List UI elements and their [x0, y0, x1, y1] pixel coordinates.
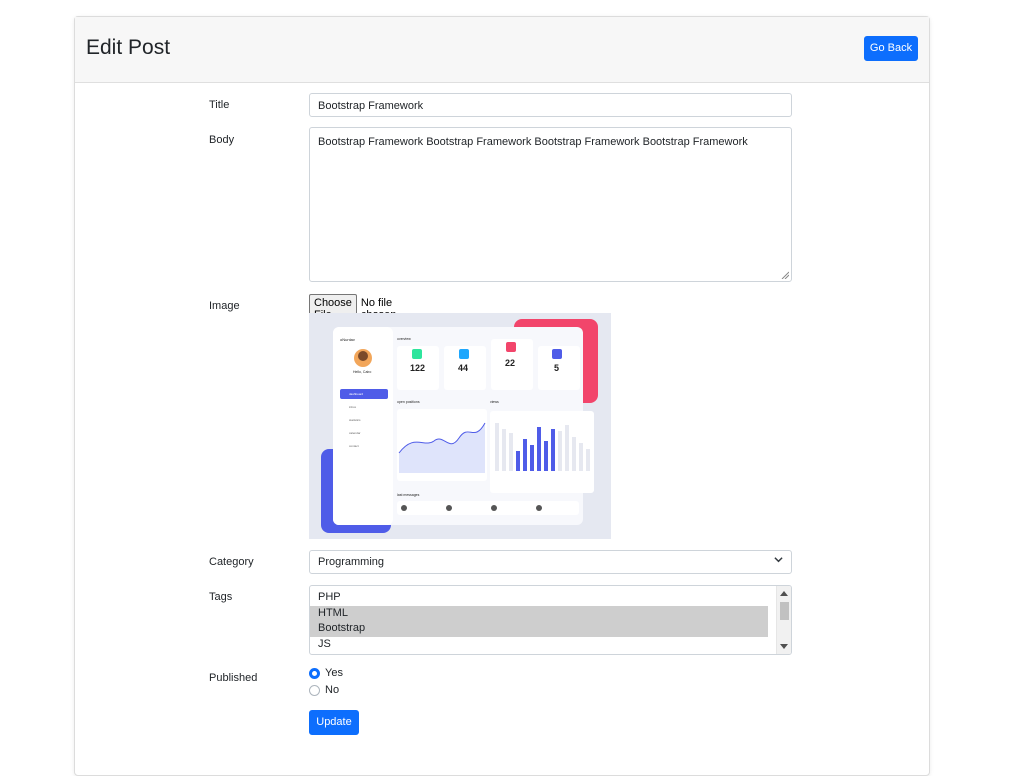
body-text: Bootstrap Framework Bootstrap Framework … [318, 136, 748, 148]
published-label: Published [209, 672, 258, 684]
category-label: Category [209, 556, 254, 568]
dashboard-preview-illustration: oNuntav Hello, Cairo dashboard inbox sta… [309, 313, 611, 539]
preview-brand: oNuntav [340, 337, 355, 342]
tag-option-html[interactable]: HTML [310, 605, 768, 621]
update-button[interactable]: Update [309, 710, 359, 735]
card-header: Edit Post Go Back [75, 17, 929, 83]
preview-stat-1: 44 [458, 363, 468, 373]
image-label: Image [209, 300, 240, 312]
tag-option-js[interactable]: JS [310, 637, 768, 653]
preview-stat-2: 22 [505, 358, 515, 368]
chevron-down-icon [774, 555, 783, 567]
title-label: Title [209, 99, 230, 111]
page-title: Edit Post [86, 36, 171, 59]
preview-stat-3: 5 [554, 363, 559, 373]
tag-option-php[interactable]: PHP [310, 590, 768, 606]
radio-yes[interactable] [309, 667, 320, 679]
title-input[interactable]: Bootstrap Framework [309, 93, 792, 117]
scroll-up-icon[interactable] [780, 591, 788, 596]
radio-no[interactable] [309, 684, 320, 696]
image-preview: oNuntav Hello, Cairo dashboard inbox sta… [309, 313, 611, 539]
preview-stat-0: 122 [410, 363, 425, 373]
radio-yes-label: Yes [325, 667, 343, 679]
scroll-thumb[interactable] [780, 602, 789, 620]
preview-section-title: overview [397, 337, 411, 341]
body-label: Body [209, 134, 235, 146]
preview-nav-0: dashboard [349, 392, 364, 396]
category-selected-value: Programming [318, 556, 385, 568]
preview-nav-2: statistics [349, 418, 361, 422]
tags-label: Tags [209, 591, 233, 603]
published-no-option[interactable]: No [309, 684, 339, 696]
edit-post-card: Edit Post Go Back Title Bootstrap Framew… [74, 16, 930, 776]
go-back-button[interactable]: Go Back [864, 36, 918, 61]
category-select[interactable]: Programming [309, 550, 792, 574]
preview-nav-3: calendar [349, 431, 361, 435]
published-yes-option[interactable]: Yes [309, 667, 343, 679]
preview-greeting: Hello, Cairo [353, 370, 371, 374]
resize-grip-icon[interactable] [781, 271, 789, 279]
tags-multiselect[interactable]: PHP HTML Bootstrap JS [309, 585, 792, 655]
scroll-down-icon[interactable] [780, 644, 788, 649]
tag-option-bootstrap[interactable]: Bootstrap [310, 621, 768, 637]
preview-panel-left-title: open positions [397, 400, 420, 404]
preview-panel-right-title: views [490, 400, 499, 404]
preview-messages-title: last messages [397, 493, 420, 497]
tags-scrollbar[interactable] [776, 586, 791, 654]
preview-nav-4: contact [349, 444, 359, 448]
radio-no-label: No [325, 684, 340, 696]
preview-nav-1: inbox [349, 405, 357, 409]
body-textarea[interactable]: Bootstrap Framework Bootstrap Framework … [309, 127, 792, 282]
